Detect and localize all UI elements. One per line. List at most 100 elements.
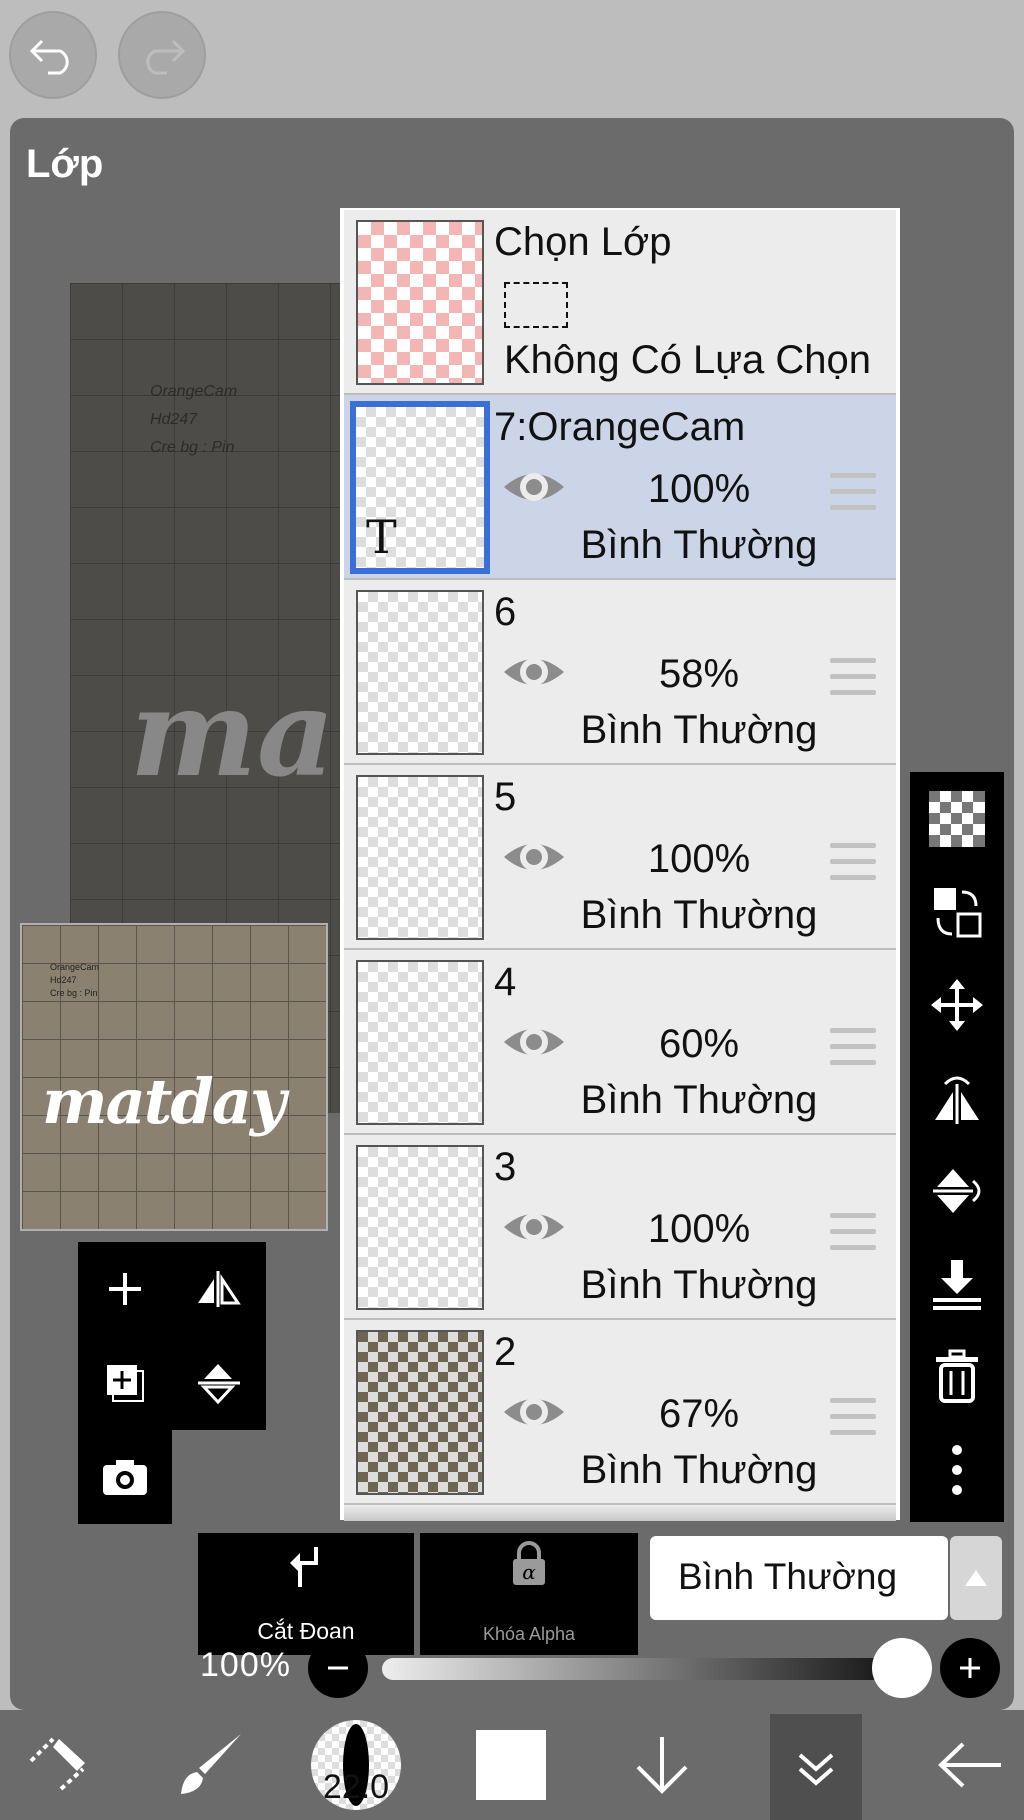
flip-vertical-icon [198,1364,240,1405]
layer-opacity: 58% [658,652,740,696]
double-chevron-down-icon [798,1753,834,1786]
alpha-lock-label: Khóa Alpha [482,1624,576,1644]
redo-button[interactable] [118,11,206,99]
merge-down-button[interactable] [910,1237,1004,1330]
add-copy-layer-button[interactable] [78,1336,172,1430]
drag-handle-icon[interactable] [830,1398,876,1446]
layer-panel-toggle-button[interactable] [770,1714,862,1820]
thumb-text-line: Cre bg : Pin [50,988,98,998]
blend-mode-dropdown[interactable] [950,1536,1002,1620]
layer-thumbnail [356,1330,484,1495]
visibility-toggle[interactable] [502,1390,566,1439]
undo-icon [29,39,69,75]
layer-row[interactable]: T 7:OrangeCam 100% Bình Thường [344,395,896,580]
flip-horizontal-button[interactable] [172,1242,266,1336]
selection-layer[interactable]: Chọn Lớp Không Có Lựa Chọn [344,210,896,395]
canvas-text-line: OrangeCam [150,383,238,400]
selection-status: Không Có Lựa Chọn [504,338,872,382]
camera-button[interactable] [78,1430,172,1524]
canvas-thumbnail[interactable]: OrangeCam Hd247 Cre bg : Pin matday [20,923,328,1231]
transform-tool-button[interactable] [10,1710,110,1820]
plus-icon [960,1658,980,1678]
drag-handle-icon[interactable] [830,843,876,891]
brush-size-value: 22.0 [322,1768,390,1806]
layer-name: 3 [494,1145,517,1189]
more-options-button[interactable] [910,1423,1004,1516]
plus-icon [109,1273,141,1305]
opacity-slider-knob[interactable] [872,1638,932,1698]
layer-blend-mode: Bình Thường [580,1448,818,1492]
drag-handle-icon[interactable] [830,1028,876,1076]
flip-vertical-button[interactable] [172,1336,266,1430]
flip-vertical-button[interactable] [910,1144,1004,1237]
transparency-button[interactable] [910,772,1004,865]
move-button[interactable] [910,958,1004,1051]
layer-row[interactable]: 4 60% Bình Thường [344,950,896,1135]
visibility-toggle[interactable] [502,650,566,699]
layer-opacity: 100% [647,837,751,881]
layer-opacity: 100% [647,1207,751,1251]
selection-marquee-icon [504,282,568,328]
layer-blend-mode: Bình Thường [580,708,818,752]
add-layer-button[interactable] [78,1242,172,1336]
layer-row[interactable]: 3 100% Bình Thường [344,1135,896,1320]
svg-text:α: α [522,1560,536,1584]
back-button[interactable] [920,1710,1020,1820]
layer-blend-mode: Bình Thường [580,1263,818,1307]
blend-mode-select[interactable]: Bình Thường [650,1536,948,1620]
flip-vertical-icon [933,1168,981,1213]
layer-name: 5 [494,775,517,819]
layer-row[interactable]: 6 58% Bình Thường [344,580,896,765]
layer-name: 7:OrangeCam [494,405,746,449]
layer-thumbnail [356,1145,484,1310]
right-toolbar [910,772,1004,1522]
swap-layer-button[interactable] [910,865,1004,958]
layer-thumbnail [356,775,484,940]
lock-icon: α [513,1541,545,1585]
alpha-lock-button[interactable]: α Khóa Alpha [420,1533,638,1655]
brush-size-button[interactable]: 22.0 [308,1710,404,1820]
delete-layer-button[interactable] [910,1330,1004,1423]
camera-icon [103,1460,147,1495]
checkerboard-icon [929,790,985,847]
clipping-button[interactable]: Cắt Đoạn [198,1533,414,1655]
layer-blend-mode: Bình Thường [580,523,818,567]
flip-horizontal-icon [198,1271,241,1307]
layer-row[interactable]: 5 100% Bình Thường [344,765,896,950]
layer-thumbnail: T [350,401,490,574]
visibility-toggle[interactable] [502,465,566,514]
opacity-increase-button[interactable] [940,1638,1000,1698]
color-swatch [476,1730,546,1800]
clip-arrow-icon [290,1547,318,1587]
minus-icon [328,1666,348,1670]
visibility-toggle[interactable] [502,1020,566,1069]
eye-icon [504,1213,564,1241]
panel-title: Lớp [26,142,104,186]
layer-thumbnail [356,960,484,1125]
flip-horizontal-button[interactable] [910,1051,1004,1144]
bottom-toolbar: 22.0 [0,1710,1024,1820]
canvas-word: ma [130,663,335,804]
canvas-text-line: Cre bg : Pin [150,439,235,456]
opacity-value: 100% [200,1646,291,1684]
visibility-toggle[interactable] [502,1205,566,1254]
layer-opacity: 60% [658,1022,740,1066]
opacity-slider[interactable] [382,1658,902,1680]
add-copy-icon [107,1365,144,1402]
opacity-decrease-button[interactable] [308,1638,368,1698]
color-button[interactable] [466,1710,556,1820]
drag-handle-icon[interactable] [830,473,876,521]
layer-row[interactable]: 2 67% Bình Thường [344,1320,896,1505]
clipping-label: Cắt Đoạn [257,1618,355,1644]
drag-handle-icon[interactable] [830,658,876,706]
triangle-up-icon [965,1570,987,1586]
undo-button[interactable] [9,11,97,99]
eye-icon [504,1398,564,1426]
layer-down-button[interactable] [612,1710,712,1820]
drag-handle-icon[interactable] [830,1213,876,1261]
layer-name: 6 [494,590,517,634]
brush-tool-button[interactable] [160,1710,260,1820]
list-scroll-edge [344,1505,896,1521]
arrow-down-icon [636,1737,688,1794]
visibility-toggle[interactable] [502,835,566,884]
